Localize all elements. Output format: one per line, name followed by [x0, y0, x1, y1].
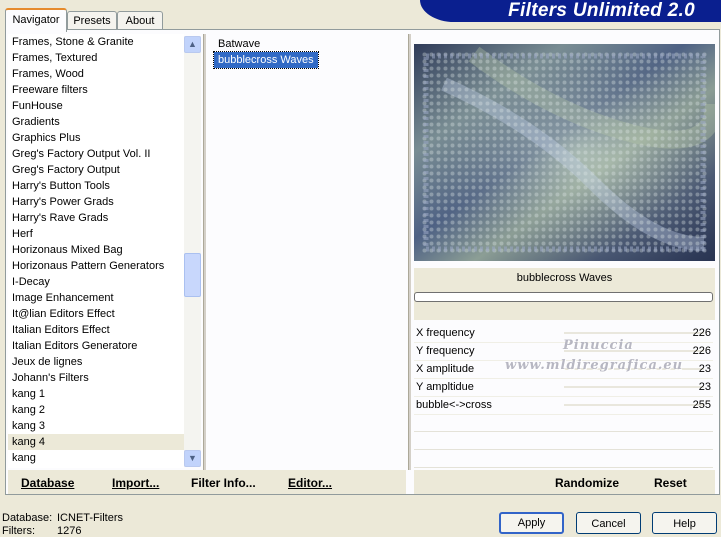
param-slider[interactable]	[564, 386, 704, 388]
param-slider[interactable]	[564, 368, 704, 370]
category-item[interactable]: kang	[8, 450, 184, 466]
category-item[interactable]: It@lian Editors Effect	[8, 306, 184, 322]
list-divider	[203, 34, 206, 470]
reset-button[interactable]: Reset	[654, 476, 687, 490]
param-name: Y frequency	[416, 345, 475, 357]
category-item[interactable]: Image Enhancement	[8, 290, 184, 306]
help-button[interactable]: Help	[652, 512, 717, 534]
param-slider[interactable]	[564, 350, 704, 352]
import-button-label: Import...	[112, 476, 160, 490]
param-value: 226	[692, 327, 711, 339]
category-item[interactable]: Jeux de lignes	[8, 354, 184, 370]
current-filter-title: bubblecross Waves	[516, 272, 613, 284]
tab-navigator[interactable]: Navigator	[5, 8, 67, 32]
category-item[interactable]: kang 2	[8, 402, 184, 418]
category-item[interactable]: Italian Editors Generatore	[8, 338, 184, 354]
cancel-button[interactable]: Cancel	[576, 512, 641, 534]
param-row[interactable]: Y frequency 226	[414, 342, 713, 361]
filter-info-button-label: Filter Info...	[191, 476, 256, 490]
category-item[interactable]: FunHouse	[8, 98, 184, 114]
editor-button-label: Editor...	[288, 476, 333, 490]
category-item[interactable]: Greg's Factory Output	[8, 162, 184, 178]
param-row[interactable]: X amplitude 23	[414, 360, 713, 379]
category-item[interactable]: Freeware filters	[8, 82, 184, 98]
status-database-label: Database:	[2, 512, 53, 524]
param-row[interactable]: Y ampltidue 23	[414, 378, 713, 397]
category-item[interactable]: Johann's Filters	[8, 370, 184, 386]
tab-about[interactable]: About	[117, 11, 163, 30]
param-name: X frequency	[416, 327, 475, 339]
import-button[interactable]: Import...	[112, 476, 159, 490]
category-scrollbar[interactable]: ▲ ▼	[184, 36, 201, 467]
scroll-thumb[interactable]	[184, 253, 201, 297]
apply-button[interactable]: Apply	[499, 512, 564, 534]
database-button[interactable]: Database	[21, 476, 74, 490]
category-item[interactable]: Herf	[8, 226, 184, 242]
filter-item[interactable]: Batwave	[214, 36, 264, 52]
filter-info-button[interactable]: Filter Info...	[191, 476, 256, 490]
editor-button[interactable]: Editor...	[288, 476, 332, 490]
param-name: Y ampltidue	[416, 381, 474, 393]
scroll-up-arrow-icon[interactable]: ▲	[184, 36, 201, 53]
preview-image	[414, 44, 715, 261]
status-database-value: ICNET-Filters	[57, 512, 123, 524]
scroll-down-arrow-icon[interactable]: ▼	[184, 450, 201, 467]
empty-param-row	[414, 432, 713, 450]
brand-banner: Filters Unlimited 2.0	[420, 0, 721, 22]
filter-list[interactable]: Batwave bubblecross Waves	[213, 36, 404, 69]
category-item[interactable]: Harry's Power Grads	[8, 194, 184, 210]
progress-bar	[414, 292, 713, 302]
randomize-button[interactable]: Randomize	[555, 476, 619, 490]
category-list[interactable]: Frames, Stone & Granite Frames, Textured F…	[8, 34, 184, 468]
status-filters-value: 1276	[57, 525, 82, 537]
param-row[interactable]: X frequency 226	[414, 324, 713, 343]
category-item[interactable]: Horizonaus Pattern Generators	[8, 258, 184, 274]
param-name: bubble<->cross	[416, 399, 492, 411]
category-item[interactable]: Graphics Plus	[8, 130, 184, 146]
param-value: 255	[692, 399, 711, 411]
param-row[interactable]: bubble<->cross 255	[414, 396, 713, 415]
preview-divider	[408, 34, 411, 470]
category-item[interactable]: Horizonaus Mixed Bag	[8, 242, 184, 258]
category-item[interactable]: Gradients	[8, 114, 184, 130]
param-slider[interactable]	[564, 332, 704, 334]
param-name: X amplitude	[416, 363, 475, 375]
category-item[interactable]: Italian Editors Effect	[8, 322, 184, 338]
empty-param-row	[414, 414, 713, 432]
database-button-label: Database	[21, 476, 75, 490]
empty-param-row	[414, 450, 713, 468]
category-item[interactable]: Frames, Wood	[8, 66, 184, 82]
param-value: 23	[698, 381, 711, 393]
tab-presets[interactable]: Presets	[67, 11, 117, 30]
category-item[interactable]: Greg's Factory Output Vol. II	[8, 146, 184, 162]
preview-graphic	[414, 44, 715, 261]
category-item[interactable]: kang 3	[8, 418, 184, 434]
param-slider[interactable]	[564, 404, 704, 406]
category-item[interactable]: Frames, Stone & Granite	[8, 34, 184, 50]
param-value: 23	[698, 363, 711, 375]
category-item[interactable]: Harry's Button Tools	[8, 178, 184, 194]
category-item[interactable]: Harry's Rave Grads	[8, 210, 184, 226]
category-item[interactable]: Frames, Textured	[8, 50, 184, 66]
status-filters-label: Filters:	[2, 525, 35, 537]
param-value: 226	[692, 345, 711, 357]
category-item[interactable]: kang 4	[8, 434, 184, 450]
category-item[interactable]: kang 1	[8, 386, 184, 402]
filter-item[interactable]: bubblecross Waves	[213, 51, 319, 69]
category-item[interactable]: I-Decay	[8, 274, 184, 290]
